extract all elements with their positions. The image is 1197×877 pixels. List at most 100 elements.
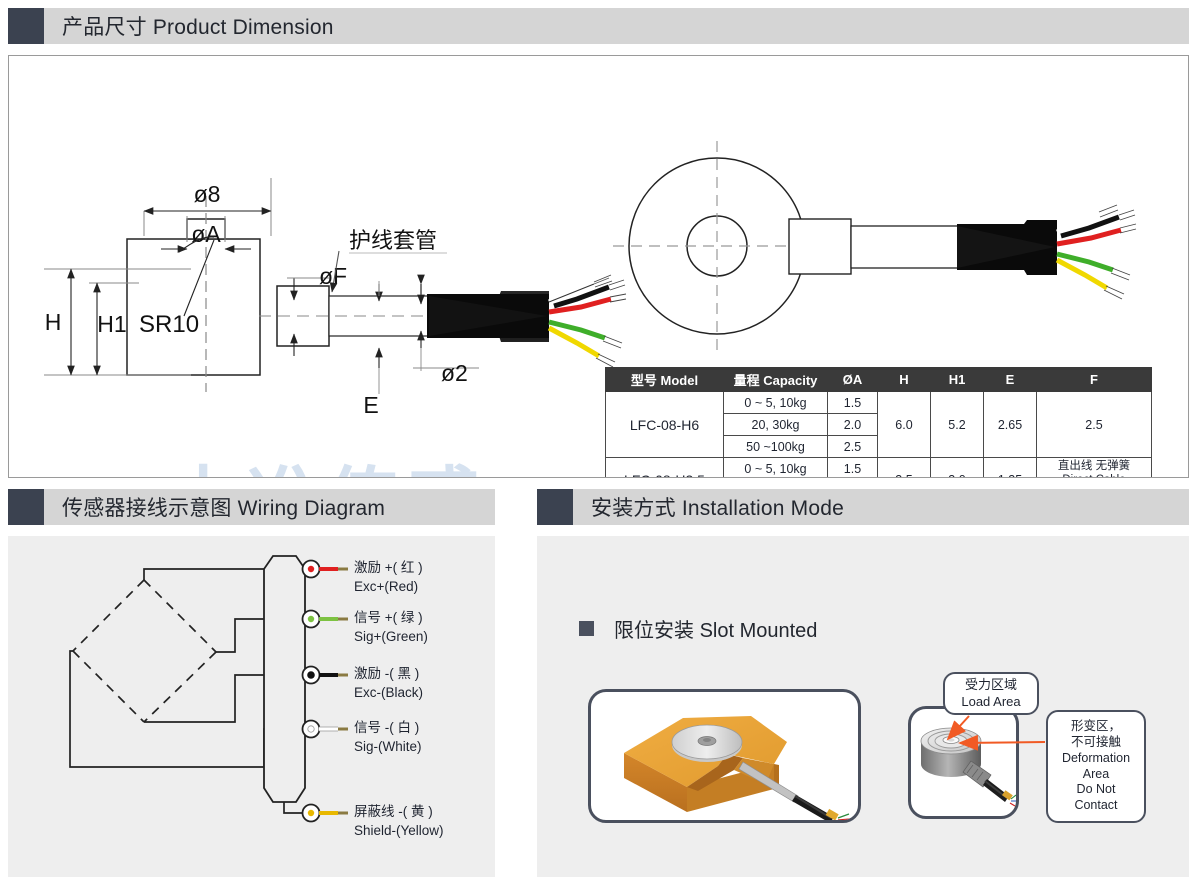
cell-f: 2.5	[1036, 391, 1152, 458]
th-model: 型号 Model	[605, 367, 724, 392]
cell-capacity: 50 ~100kg	[723, 435, 828, 458]
load-cell-closeup-illustration	[908, 706, 1019, 819]
cell-h1: 3.0	[930, 457, 984, 477]
callout-load-en: Load Area	[961, 693, 1021, 709]
bridge-connections	[69, 568, 278, 768]
spec-table-header: 型号 Model 量程 Capacity ØA H H1 E F	[605, 367, 1152, 392]
wiring-banner: 传感器接线示意图 Wiring Diagram	[8, 489, 495, 525]
callout-deform-en1: Deformation	[1061, 750, 1131, 765]
th-oa: ØA	[827, 367, 878, 392]
wire-cn: 信号 +( 绿 )	[354, 610, 423, 625]
svg-text:E: E	[363, 392, 378, 418]
table-row: LFC-08-H3.5 0 ~ 5, 10kg 1.5 3.5 3.0 1.35…	[605, 457, 1152, 477]
wire-en: Sig+(Green)	[354, 628, 428, 644]
dimension-drawing-area: 力准传感	[8, 55, 1189, 478]
cell-oa: 1.5	[827, 457, 878, 477]
callout-deform-cn1: 形变区，	[1070, 719, 1121, 734]
callout-deform-cn2: 不可接触	[1070, 735, 1121, 749]
svg-text:ø8: ø8	[194, 181, 221, 207]
wiring-title-cn: 传感器接线示意图	[62, 497, 232, 520]
banner-bar: 安装方式 Installation Mode	[573, 489, 1189, 525]
install-title-en: Installation Mode	[681, 497, 844, 520]
banner-tab-block	[537, 489, 573, 525]
dimension-title-cn: 产品尺寸	[62, 16, 147, 39]
specification-table: 型号 Model 量程 Capacity ØA H H1 E F LFC-08-…	[605, 367, 1152, 477]
product-dimension-banner: 产品尺寸 Product Dimension	[8, 8, 1189, 44]
cell-capacity: 0 ~ 5, 10kg	[723, 457, 828, 477]
datasheet-page: 产品尺寸Product Dimension 力准传感	[0, 0, 1197, 877]
cell-e: 1.35	[983, 457, 1037, 477]
product-dimension-section: 产品尺寸Product Dimension 力准传感	[8, 8, 1189, 478]
wire-en: Shield-(Yellow)	[354, 822, 444, 838]
wire-cn: 激励 +( 红 )	[354, 560, 423, 575]
cell-capacity: 20, 30kg	[723, 413, 828, 436]
svg-text:护线套管: 护线套管	[349, 228, 437, 253]
orange-block-3d	[624, 716, 851, 820]
cell-oa: 1.5	[827, 391, 878, 414]
cell-oa: 2.5	[827, 435, 878, 458]
wire-label-sig-plus: 信号 +( 绿 ) Sig+(Green)	[354, 609, 428, 646]
top-view	[613, 141, 1137, 352]
wire-en: Exc-(Black)	[354, 684, 424, 700]
slot-mount-illustration	[588, 689, 861, 823]
installation-content-area: 限位安装 Slot Mounted 受力区域 Load Area 形变区， 不可…	[537, 536, 1189, 877]
wiring-diagram-area: 激励 +( 红 ) Exc+(Red) 信号 +( 绿 ) Sig+(Green…	[8, 536, 495, 877]
banner-bar: 产品尺寸 Product Dimension	[44, 8, 1189, 44]
cell-oa: 2.0	[827, 413, 878, 436]
banner-tab-block	[8, 8, 44, 44]
subhead-cn: 限位安装	[614, 620, 694, 642]
wire-terminals	[301, 559, 348, 823]
wiring-title-en: Wiring Diagram	[237, 497, 386, 520]
banner-bar: 传感器接线示意图 Wiring Diagram	[44, 489, 495, 525]
cell-model: LFC-08-H6	[605, 391, 724, 458]
banner-tab-block	[8, 489, 44, 525]
callout-load-cn: 受力区域	[964, 677, 1017, 693]
cell-capacity: 0 ~ 5, 10kg	[723, 391, 828, 414]
callout-deform-en4: Contact	[1074, 798, 1118, 812]
dimension-title-en: Product Dimension	[152, 16, 334, 39]
wire-en: Exc+(Red)	[354, 578, 419, 594]
th-h1: H1	[930, 367, 984, 392]
cell-e: 2.65	[983, 391, 1037, 458]
callout-load-area: 受力区域 Load Area	[943, 672, 1039, 715]
svg-text:H1: H1	[97, 311, 126, 337]
cable-end-left	[427, 274, 627, 368]
installation-mode-section: 安装方式Installation Mode 限位安装 Slot Mounted	[537, 489, 1189, 877]
table-row: LFC-08-H6 0 ~ 5, 10kg 1.5 6.0 5.2 2.65 2…	[605, 391, 1152, 458]
th-capacity: 量程 Capacity	[723, 367, 828, 392]
wire-cn: 屏蔽线 -( 黄 )	[354, 804, 433, 819]
cell-model: LFC-08-H3.5	[605, 457, 724, 477]
wire-label-sig-minus: 信号 -( 白 ) Sig-(White)	[354, 719, 422, 756]
svg-text:øA: øA	[191, 221, 221, 247]
cable-body	[263, 555, 306, 814]
wire-cn: 激励 -( 黑 )	[354, 666, 420, 681]
th-e: E	[983, 367, 1037, 392]
subhead-en: Slot Mounted	[699, 620, 818, 642]
callout-deform-en2: Area	[1082, 766, 1110, 781]
th-h: H	[877, 367, 931, 392]
install-title-cn: 安装方式	[591, 497, 676, 520]
slot-mounted-subheading: 限位安装 Slot Mounted	[579, 614, 817, 643]
wire-label-exc-plus: 激励 +( 红 ) Exc+(Red)	[354, 559, 423, 596]
cell-h: 3.5	[877, 457, 931, 477]
wiring-diagram-section: 传感器接线示意图 Wiring Diagram 激励 +(红) Exc+(R…	[8, 489, 495, 877]
wire-label-shield: 屏蔽线 -( 黄 ) Shield-(Yellow)	[354, 803, 444, 840]
spec-table-body: LFC-08-H6 0 ~ 5, 10kg 1.5 6.0 5.2 2.65 2…	[605, 391, 1152, 477]
cell-h: 6.0	[877, 391, 931, 458]
cell-f-cn: 直出线 无弹簧	[1057, 460, 1131, 472]
bridge-diamond	[72, 579, 217, 723]
th-f: F	[1036, 367, 1152, 392]
bullet-square-icon	[579, 621, 594, 636]
svg-text:H: H	[45, 309, 62, 335]
cell-f: 直出线 无弹簧 Direct Cable No spring	[1036, 457, 1152, 477]
wire-cn: 信号 -( 白 )	[354, 720, 420, 735]
wire-en: Sig-(White)	[354, 738, 422, 754]
install-banner: 安装方式 Installation Mode	[537, 489, 1189, 525]
svg-text:SR10: SR10	[139, 311, 199, 338]
cell-h1: 5.2	[930, 391, 984, 458]
cell-f-en1: Direct Cable	[1041, 474, 1147, 477]
svg-text:ø2: ø2	[441, 360, 468, 386]
table-header-row: 型号 Model 量程 Capacity ØA H H1 E F	[605, 367, 1152, 392]
callout-deformation-area: 形变区， 不可接触 Deformation Area Do Not Contac…	[1046, 710, 1146, 823]
callout-deform-en3: Do Not	[1076, 782, 1116, 797]
